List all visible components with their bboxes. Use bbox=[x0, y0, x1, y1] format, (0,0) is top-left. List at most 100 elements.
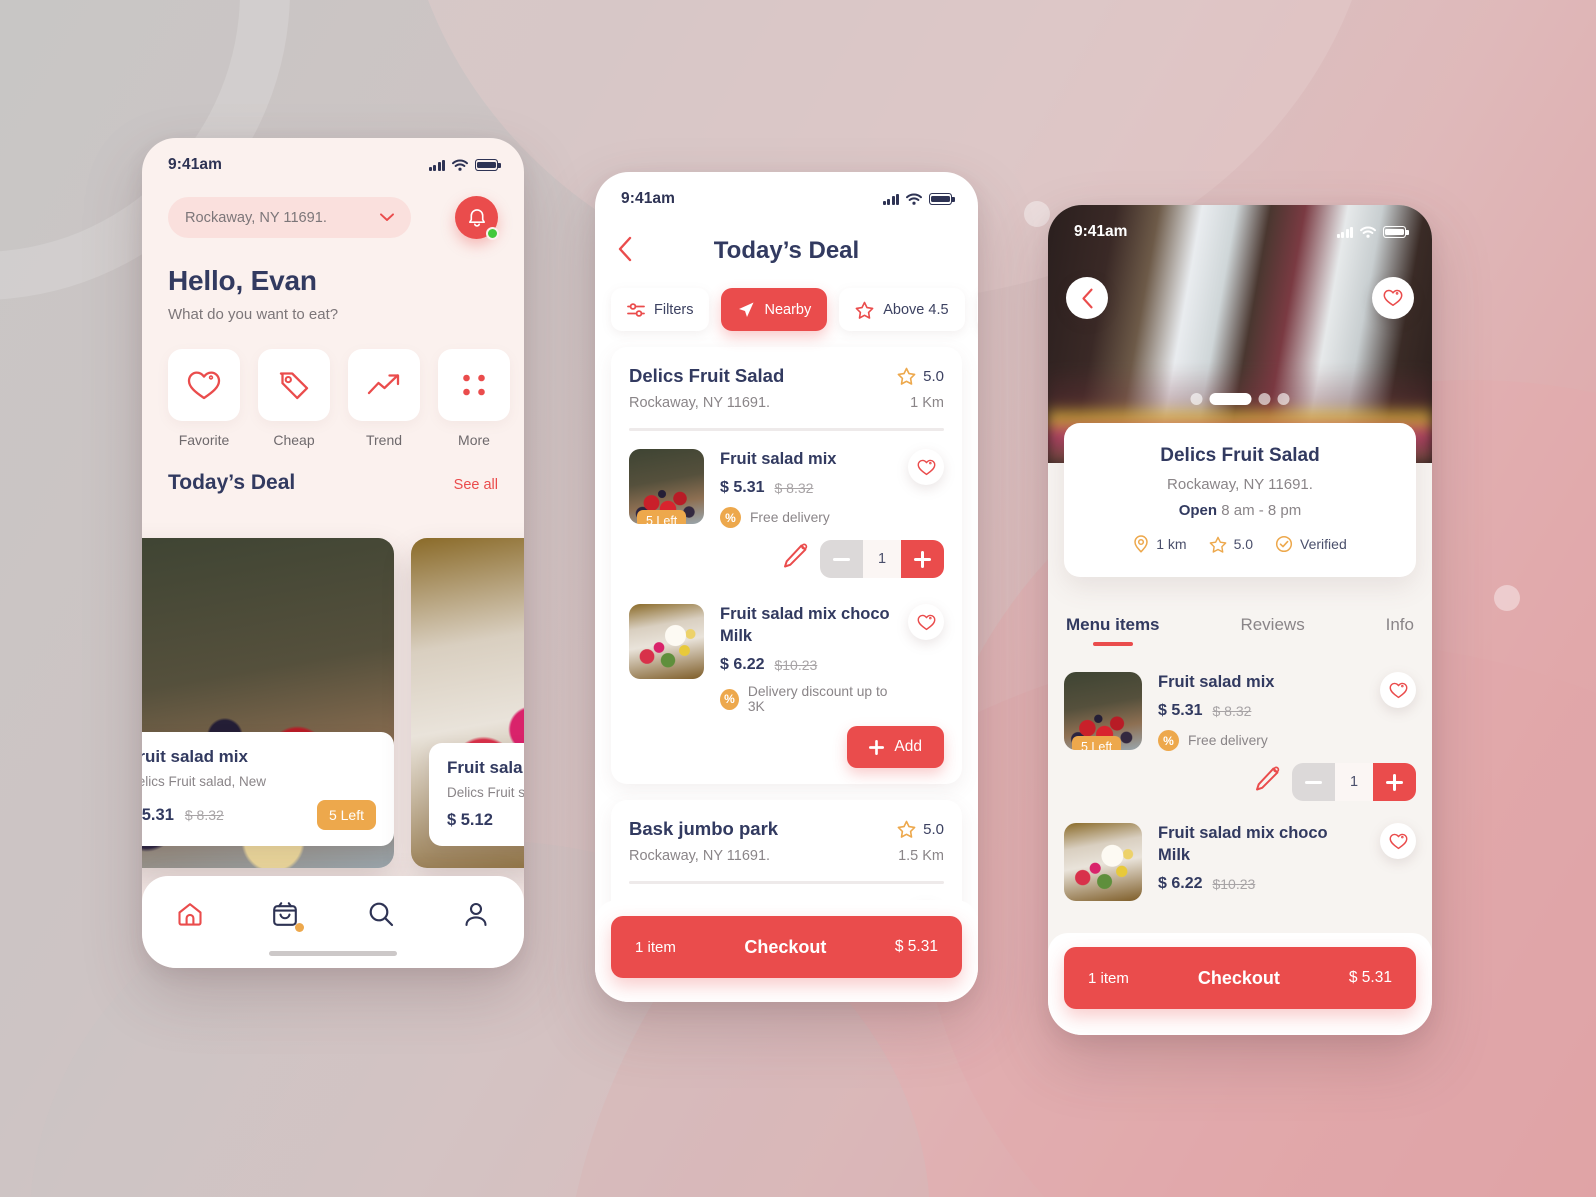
tab-profile[interactable] bbox=[453, 896, 499, 932]
item-old-price: $ 8.32 bbox=[1212, 703, 1252, 720]
store-distance: 1.5 Km bbox=[898, 848, 944, 865]
favorite-button[interactable] bbox=[1380, 672, 1416, 708]
quantity-stepper[interactable]: 1 bbox=[1292, 763, 1416, 802]
phone-home-screen: 9:41am Rockaway, NY 11691. Hello, Evan W… bbox=[142, 138, 524, 968]
category-trend[interactable]: Trend bbox=[348, 349, 420, 448]
battery-icon bbox=[929, 193, 955, 205]
notifications-button[interactable] bbox=[455, 196, 499, 240]
see-all-link[interactable]: See all bbox=[454, 477, 498, 493]
status-icons bbox=[882, 193, 955, 205]
image-carousel-indicator[interactable] bbox=[1190, 393, 1290, 405]
store-list: Delics Fruit Salad 5.0 Rockaway, NY 1169… bbox=[595, 347, 978, 994]
greeting-title: Hello, Evan bbox=[168, 265, 317, 296]
quantity-value: 1 bbox=[1349, 774, 1359, 791]
sliders-icon bbox=[627, 302, 645, 317]
deal-name: Fruit salad mix bbox=[142, 747, 248, 766]
store-distance-value: 1 km bbox=[1156, 536, 1187, 552]
bg-dot-right bbox=[1494, 585, 1520, 611]
back-button[interactable] bbox=[1066, 277, 1108, 319]
favorite-button[interactable] bbox=[908, 449, 944, 485]
category-cheap[interactable]: Cheap bbox=[258, 349, 330, 448]
increment-button[interactable] bbox=[901, 540, 944, 579]
tab-search[interactable] bbox=[358, 896, 404, 932]
carousel-dot[interactable] bbox=[1277, 393, 1290, 405]
deal-carousel[interactable]: Fruit salad mix Delics Fruit salad, New … bbox=[142, 538, 524, 868]
category-more[interactable]: More bbox=[438, 349, 510, 448]
deal-info: Fruit salad mix Delics Fruit salad, New … bbox=[142, 732, 394, 846]
item-name: Fruit salad mix choco Milk bbox=[720, 605, 890, 645]
menu-item-row[interactable]: Fruit salad mix choco Milk $ 6.22 $10.23… bbox=[629, 600, 944, 714]
deal-card[interactable]: Fruit sala Delics Fruit s $ 5.12 bbox=[411, 538, 524, 868]
bottom-tab-bar bbox=[142, 876, 524, 968]
home-icon bbox=[178, 902, 202, 926]
store-name: Bask jumbo park bbox=[629, 818, 779, 840]
favorite-button[interactable] bbox=[1372, 277, 1414, 319]
deal-card[interactable]: Fruit salad mix Delics Fruit salad, New … bbox=[142, 538, 394, 868]
chip-cheap[interactable]: Chea bbox=[976, 288, 978, 331]
menu-item-row[interactable]: Fruit salad mix choco Milk $ 6.22 $10.23 bbox=[1064, 823, 1416, 902]
checkout-button[interactable]: 1 item Checkout $ 5.31 bbox=[611, 916, 962, 978]
status-time: 9:41am bbox=[1074, 223, 1128, 240]
back-button[interactable] bbox=[617, 236, 633, 267]
chip-label: Nearby bbox=[764, 301, 812, 318]
store-info-panel: Delics Fruit Salad Rockaway, NY 11691. O… bbox=[1064, 423, 1416, 577]
store-subtitle: Rockaway, NY 11691. 1.5 Km bbox=[629, 848, 944, 864]
pencil-icon bbox=[784, 543, 808, 568]
item-thumbnail: 5 Left bbox=[629, 449, 704, 524]
carousel-dot[interactable] bbox=[1190, 393, 1203, 405]
decrement-button[interactable] bbox=[1292, 763, 1335, 802]
store-meta-row: 1 km 5.0 Verified bbox=[1084, 535, 1396, 553]
tab-orders[interactable] bbox=[262, 896, 308, 932]
checkout-label: Checkout bbox=[1197, 967, 1280, 988]
favorite-button[interactable] bbox=[908, 604, 944, 641]
item-thumbnail bbox=[629, 604, 704, 680]
tab-info[interactable]: Info bbox=[1386, 615, 1414, 646]
checkout-total: $ 5.31 bbox=[1348, 969, 1392, 986]
carousel-dot[interactable] bbox=[1258, 393, 1271, 405]
chip-nearby[interactable]: Nearby bbox=[721, 288, 828, 331]
store-rating-value: 5.0 bbox=[923, 367, 944, 385]
search-icon bbox=[369, 902, 393, 927]
location-value: Rockaway, NY 11691. bbox=[185, 209, 327, 226]
edit-button[interactable] bbox=[782, 543, 808, 576]
store-header: Bask jumbo park 5.0 bbox=[629, 818, 944, 840]
edit-button[interactable] bbox=[1254, 766, 1280, 799]
divider bbox=[629, 428, 944, 431]
chip-above-rating[interactable]: Above 4.5 bbox=[839, 288, 965, 331]
increment-button[interactable] bbox=[1373, 763, 1416, 802]
category-trend-box bbox=[348, 349, 420, 421]
category-more-box bbox=[438, 349, 510, 421]
tab-reviews[interactable]: Reviews bbox=[1240, 615, 1304, 646]
category-label: Trend bbox=[365, 432, 403, 448]
status-time: 9:41am bbox=[168, 156, 223, 173]
chip-filters[interactable]: Filters bbox=[611, 288, 710, 331]
menu-item-row[interactable]: 5 Left Fruit salad mix $ 5.31 $ 8.32 % F… bbox=[1064, 672, 1416, 752]
location-selector[interactable]: Rockaway, NY 11691. bbox=[168, 197, 411, 238]
item-name: Fruit salad mix bbox=[720, 450, 837, 468]
favorite-button[interactable] bbox=[1380, 823, 1416, 860]
minus-icon bbox=[833, 557, 850, 561]
open-hours: 8 am - 8 pm bbox=[1221, 502, 1302, 519]
filter-chip-row[interactable]: Filters Nearby Above 4.5 Chea bbox=[595, 288, 978, 331]
category-favorite[interactable]: Favorite bbox=[168, 349, 240, 448]
star-icon bbox=[855, 301, 874, 319]
profile-icon bbox=[465, 902, 487, 926]
decrement-button[interactable] bbox=[820, 540, 863, 579]
item-note-label: Free delivery bbox=[750, 510, 830, 526]
item-price: $ 5.31 bbox=[1158, 702, 1203, 720]
add-row: Add bbox=[629, 726, 944, 769]
tab-menu-items[interactable]: Menu items bbox=[1066, 615, 1160, 646]
item-details: Fruit salad mix choco Milk $ 6.22 $10.23 bbox=[1158, 823, 1364, 901]
deal-price: $ 5.31 bbox=[142, 805, 174, 824]
menu-item-list: 5 Left Fruit salad mix $ 5.31 $ 8.32 % F… bbox=[1048, 646, 1432, 902]
menu-item-row[interactable]: 5 Left Fruit salad mix $ 5.31 $ 8.32 % F… bbox=[629, 445, 944, 529]
carousel-dot-active[interactable] bbox=[1209, 393, 1252, 405]
tab-home[interactable] bbox=[167, 896, 213, 932]
add-button[interactable]: Add bbox=[847, 726, 944, 769]
quantity-stepper[interactable]: 1 bbox=[820, 540, 944, 579]
checkout-button[interactable]: 1 item Checkout $ 5.31 bbox=[1064, 947, 1416, 1009]
detail-tabs[interactable]: Menu items Reviews Info bbox=[1048, 615, 1432, 646]
store-card[interactable]: Delics Fruit Salad 5.0 Rockaway, NY 1169… bbox=[611, 347, 962, 785]
item-price-row: $ 6.22 $10.23 bbox=[1158, 875, 1364, 893]
open-label: Open bbox=[1178, 502, 1218, 519]
